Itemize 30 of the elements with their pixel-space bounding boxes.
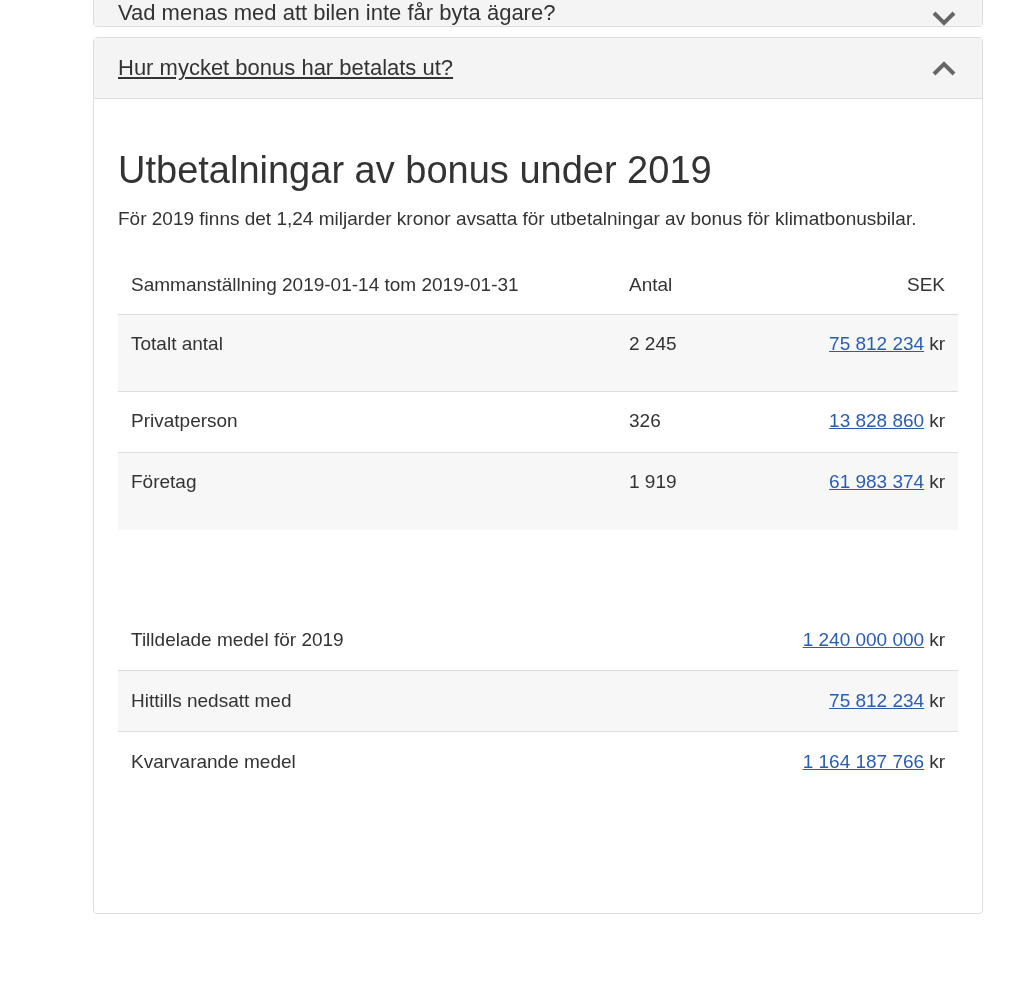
amount-link[interactable]: 13 828 860 bbox=[829, 410, 925, 431]
currency-unit: kr bbox=[929, 751, 945, 773]
table-cell: Tilldelade medel för 2019 bbox=[118, 609, 732, 671]
table-cell: Kvarvarande medel bbox=[118, 731, 732, 793]
currency-unit: kr bbox=[929, 333, 945, 354]
amount-link[interactable]: 75 812 234 bbox=[829, 690, 925, 711]
section-heading: Utbetalningar av bonus under 2019 bbox=[118, 149, 713, 192]
currency-unit: kr bbox=[929, 690, 945, 711]
table-cell: Företag bbox=[118, 452, 616, 530]
amount-link[interactable]: 1 164 187 766 bbox=[802, 751, 925, 773]
table-cell: Totalt antal bbox=[118, 314, 616, 392]
accordion-header[interactable]: Vad menas med att bilen inte får byta ägare? bbox=[94, 0, 982, 26]
amount-link[interactable]: 1 240 000 000 bbox=[802, 628, 925, 650]
table-cell: 326 bbox=[616, 391, 732, 453]
table-cell: 2 245 bbox=[616, 314, 732, 392]
column-header: Sammanställning 2019-01-14 tom 2019-01-31 bbox=[118, 256, 616, 315]
currency-unit: kr bbox=[929, 628, 945, 650]
table-cell: Privatperson bbox=[118, 391, 616, 453]
amount-link[interactable]: 75 812 234 bbox=[829, 333, 925, 354]
accordion-title[interactable]: Hur mycket bonus har betalats ut? bbox=[118, 55, 454, 81]
currency-unit: kr bbox=[929, 471, 945, 492]
column-header: Antal bbox=[616, 256, 732, 315]
table-cell: Hittills nedsatt med bbox=[118, 670, 732, 732]
table-cell: 1 919 bbox=[616, 452, 732, 530]
accordion-title[interactable]: Vad menas med att bilen inte får byta ägare? bbox=[118, 0, 556, 26]
amount-link[interactable]: 61 983 374 bbox=[829, 471, 925, 492]
accordion-header[interactable]: Hur mycket bonus har betalats ut? bbox=[94, 38, 982, 99]
column-header: SEK bbox=[732, 256, 958, 315]
description-text: För 2019 finns det 1,24 miljarder kronor avsatta för utbetalningar av bonus för klimatbonusbilar. bbox=[118, 207, 918, 231]
currency-unit: kr bbox=[929, 410, 945, 431]
